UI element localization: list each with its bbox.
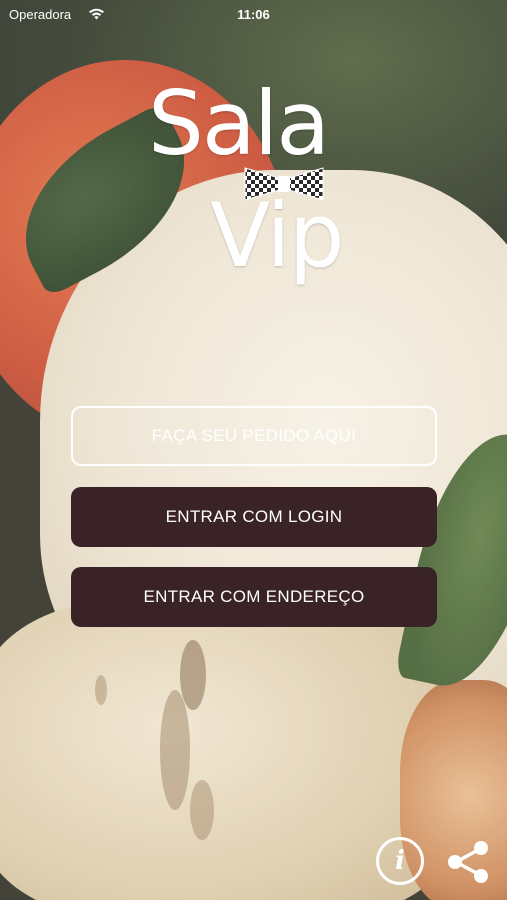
address-label: ENTRAR COM ENDEREÇO — [143, 587, 365, 606]
share-icon[interactable] — [444, 837, 494, 887]
address-button[interactable]: ENTRAR COM ENDEREÇO — [71, 567, 437, 627]
logo-text-vip: Vip — [210, 184, 345, 287]
status-time: 11:06 — [237, 7, 270, 22]
info-icon[interactable]: i — [376, 837, 424, 885]
order-here-button[interactable]: FAÇA SEU PEDIDO AQUI — [71, 406, 437, 466]
status-bar: Operadora 11:06 — [0, 0, 507, 28]
sala-vip-logo: Sala Vip — [140, 80, 370, 300]
login-label: ENTRAR COM LOGIN — [165, 507, 343, 526]
logo-text-sala: Sala — [148, 72, 330, 175]
login-button[interactable]: ENTRAR COM LOGIN — [71, 487, 437, 547]
order-here-label: FAÇA SEU PEDIDO AQUI — [151, 426, 357, 445]
info-icon-glyph: i — [395, 846, 405, 876]
